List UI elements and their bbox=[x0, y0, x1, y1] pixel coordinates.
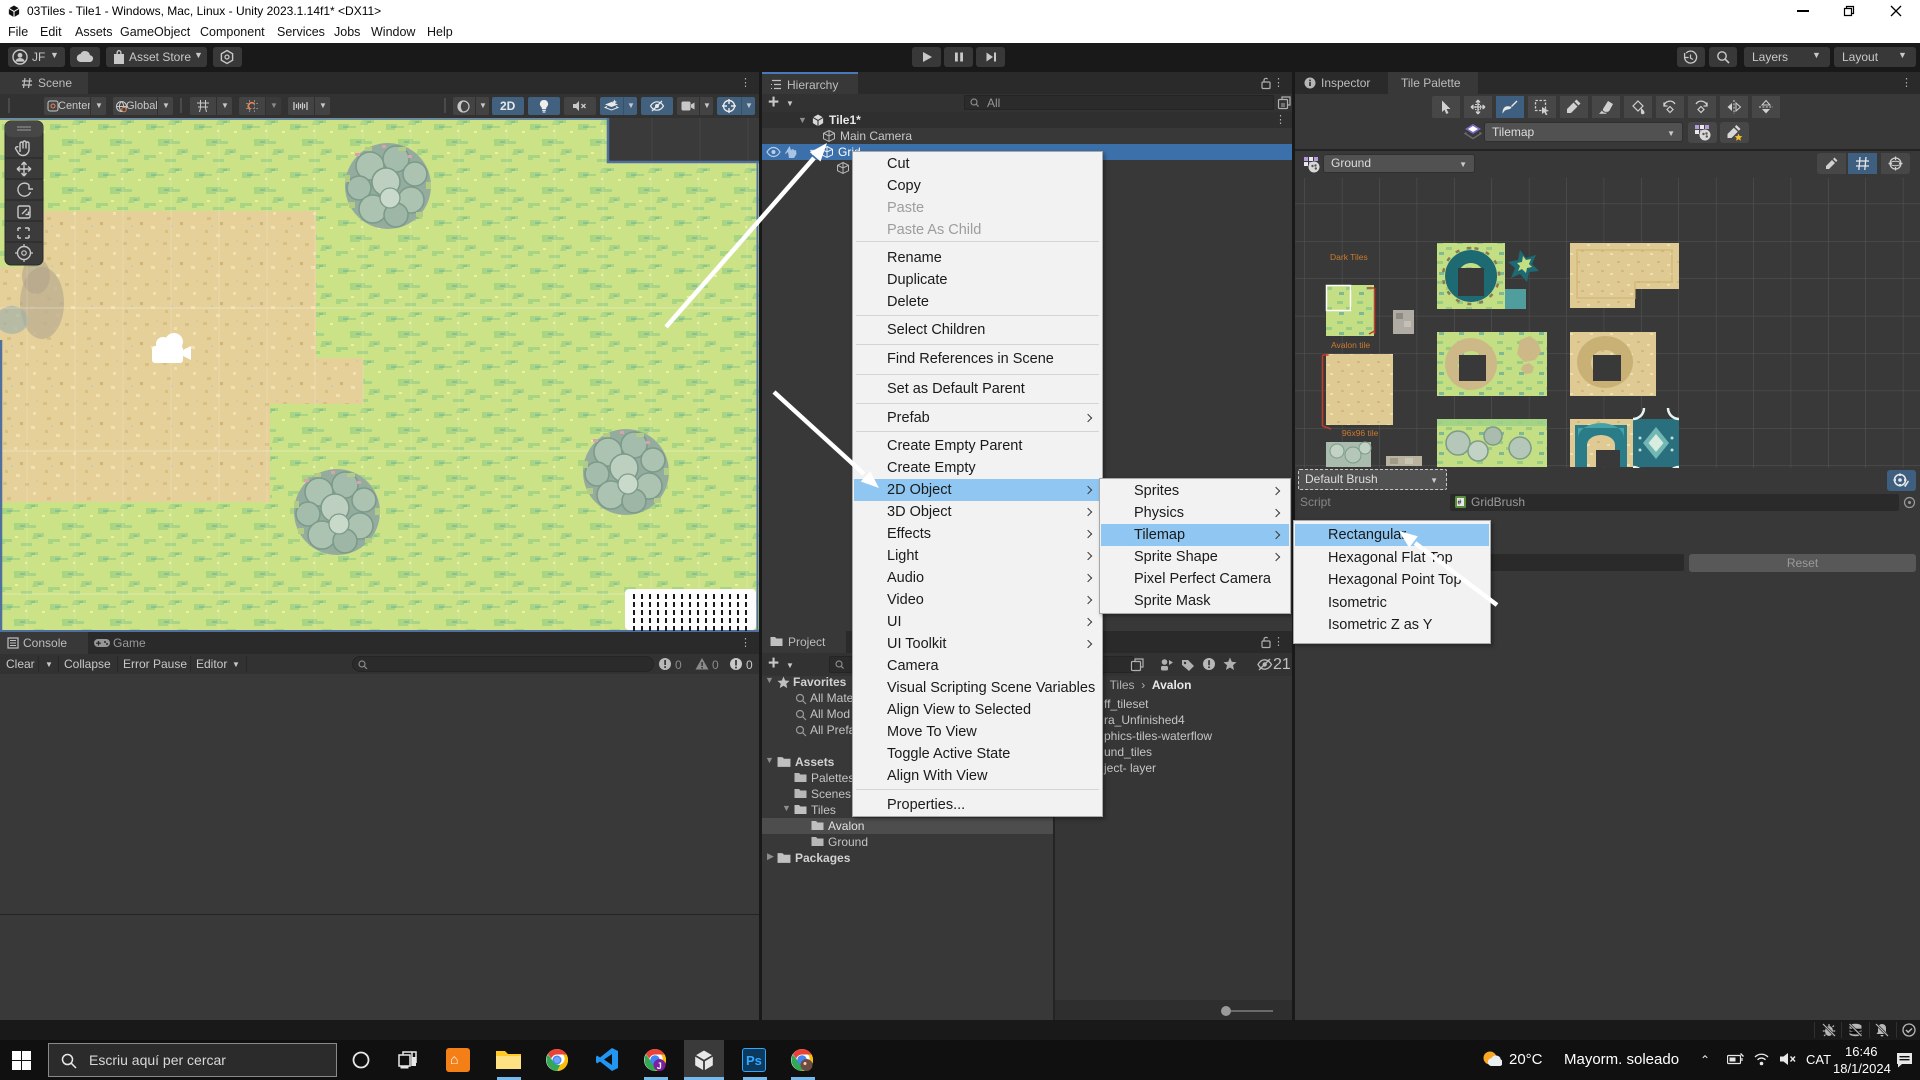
svg-text:#: # bbox=[1458, 500, 1462, 507]
svg-text:Dark Tiles: Dark Tiles bbox=[1330, 252, 1368, 262]
svg-text:Avalon tile: Avalon tile bbox=[1331, 340, 1370, 350]
svg-text:96x96 tile: 96x96 tile bbox=[1342, 428, 1379, 438]
svg-text:J: J bbox=[657, 1061, 662, 1071]
